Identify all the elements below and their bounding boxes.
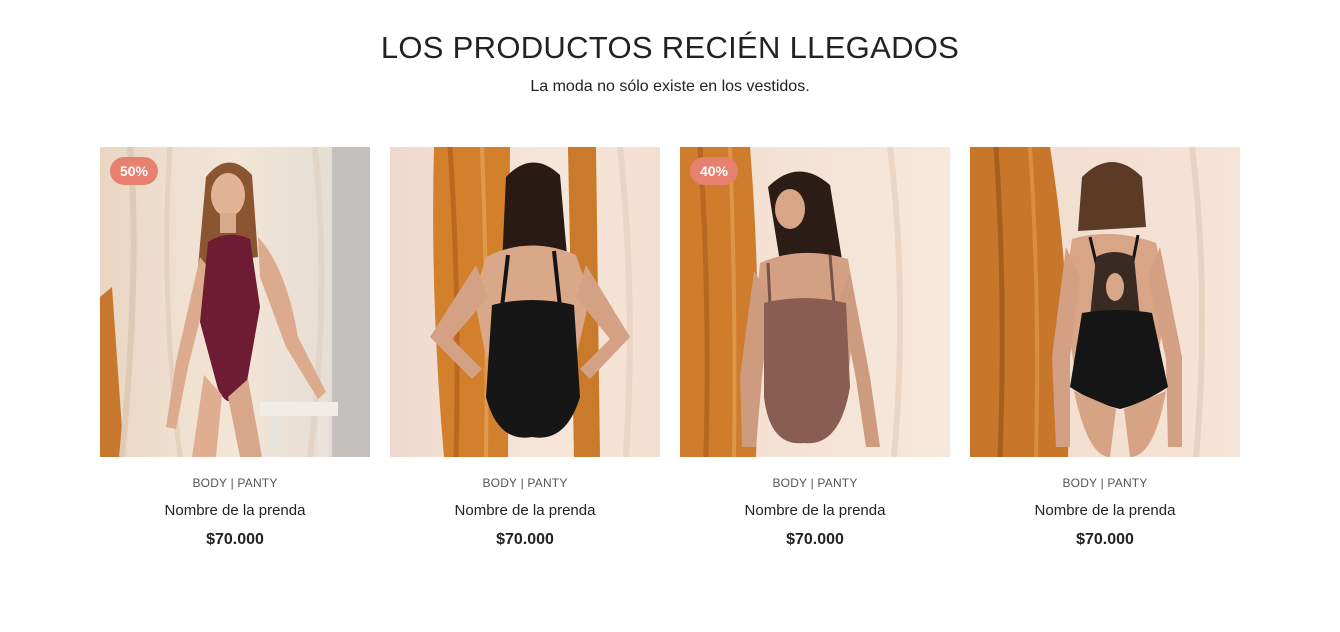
section-subtitle: La moda no sólo existe en los vestidos. (530, 78, 810, 95)
product-name[interactable]: Nombre de la prenda (100, 501, 370, 521)
product-category[interactable]: BODY | PANTY (100, 475, 370, 491)
product-name[interactable]: Nombre de la prenda (680, 501, 950, 521)
discount-badge: 40% (690, 157, 738, 185)
product-card[interactable]: BODY | PANTY Nombre de la prenda $70.000 (390, 147, 660, 551)
product-card[interactable]: 40% BODY | PANTY Nombre de la prenda $70… (680, 147, 950, 551)
product-name[interactable]: Nombre de la prenda (970, 501, 1240, 521)
product-category[interactable]: BODY | PANTY (390, 475, 660, 491)
product-photo-model-back (390, 147, 660, 457)
product-price: $70.000 (786, 531, 844, 548)
product-grid: 50% BODY | PANTY Nombre de la prenda $70… (100, 147, 1240, 551)
product-image[interactable] (390, 147, 660, 457)
product-photo-model-front (100, 147, 370, 457)
section-header: LOS PRODUCTOS RECIÉN LLEGADOS La moda no… (0, 28, 1340, 98)
product-card[interactable]: BODY | PANTY Nombre de la prenda $70.000 (970, 147, 1240, 551)
section-title: LOS PRODUCTOS RECIÉN LLEGADOS (380, 30, 960, 65)
product-image[interactable] (970, 147, 1240, 457)
product-card[interactable]: 50% BODY | PANTY Nombre de la prenda $70… (100, 147, 370, 551)
product-price: $70.000 (1076, 531, 1134, 548)
product-category[interactable]: BODY | PANTY (680, 475, 950, 491)
product-category[interactable]: BODY | PANTY (970, 475, 1240, 491)
product-image[interactable]: 50% (100, 147, 370, 457)
discount-badge: 50% (110, 157, 158, 185)
product-photo-model-back (680, 147, 950, 457)
product-photo-model-back (970, 147, 1240, 457)
product-name[interactable]: Nombre de la prenda (390, 501, 660, 521)
product-price: $70.000 (496, 531, 554, 548)
product-image[interactable]: 40% (680, 147, 950, 457)
product-price: $70.000 (206, 531, 264, 548)
